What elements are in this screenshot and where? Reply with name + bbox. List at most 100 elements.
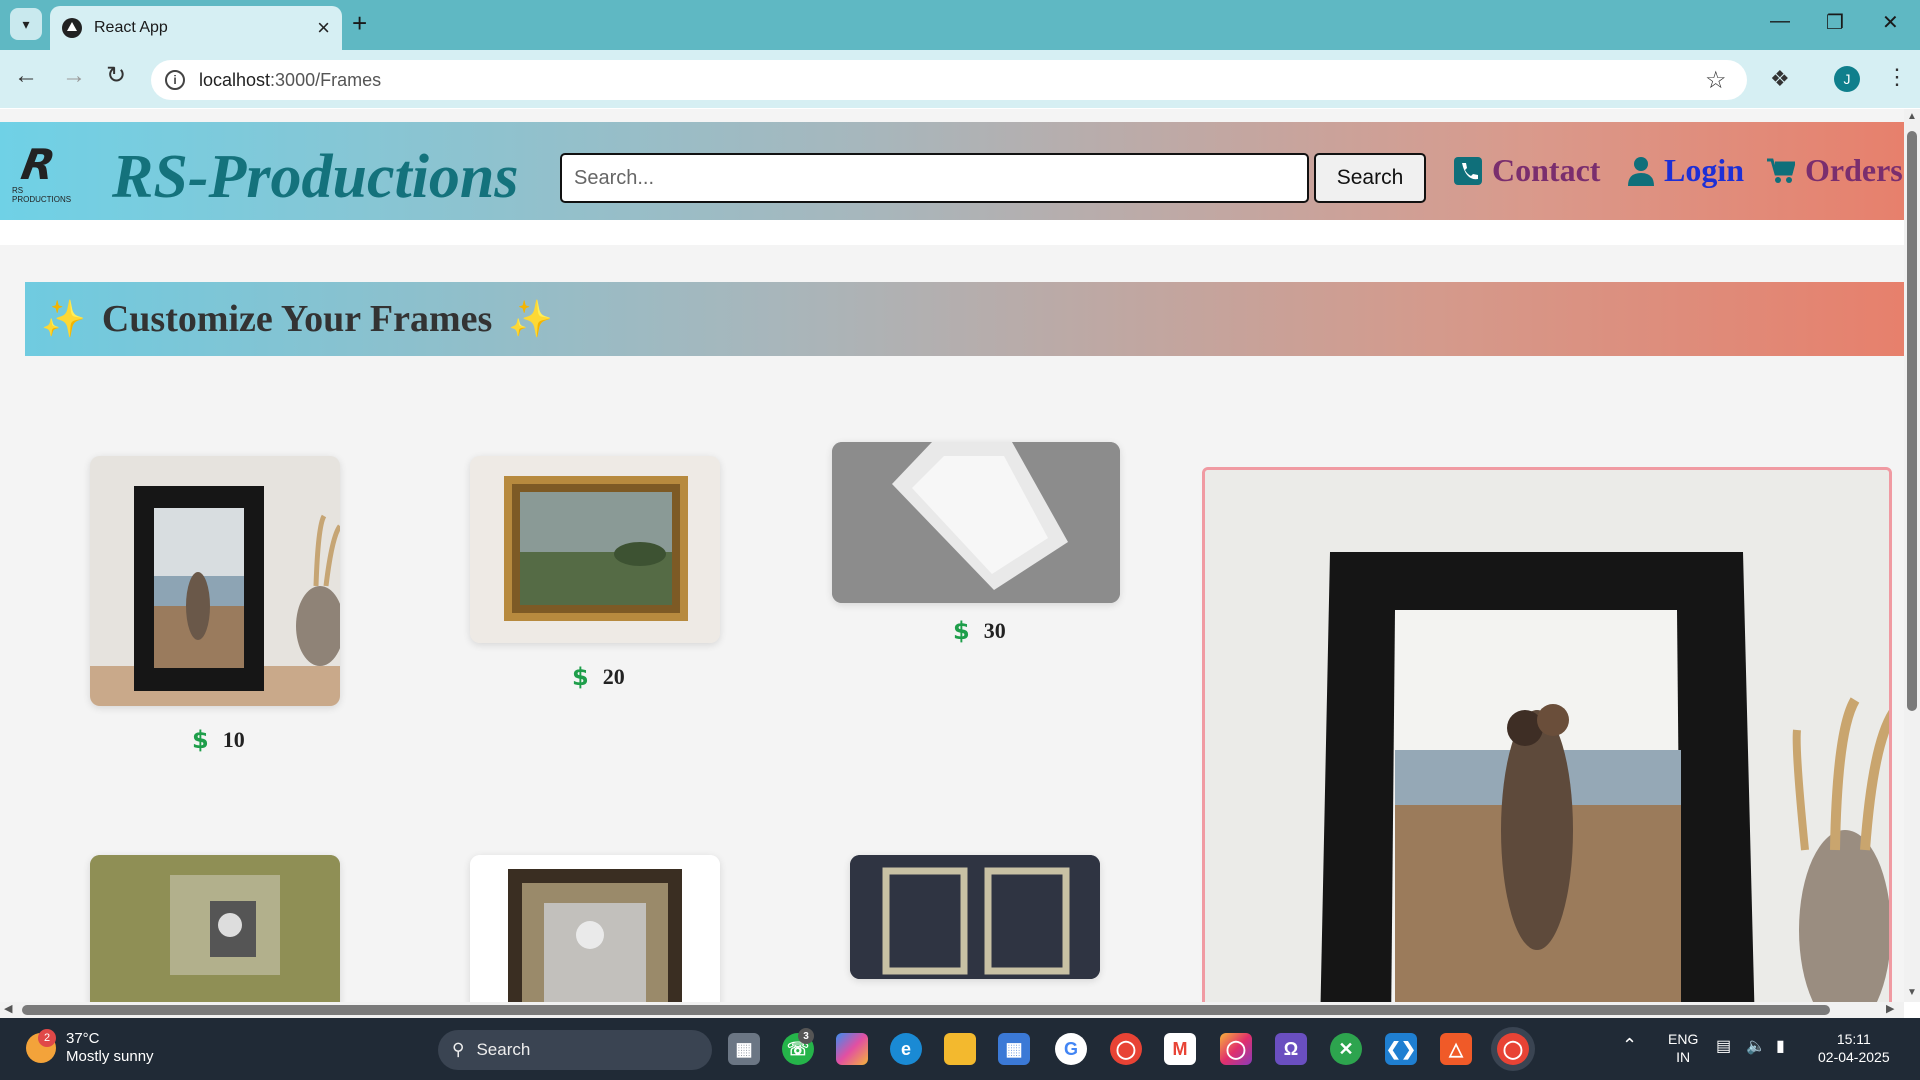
bookmark-star-icon[interactable]: ☆ <box>1705 66 1727 95</box>
notification-badge: 2 <box>38 1029 56 1047</box>
vscode-icon[interactable]: ❮❯ <box>1385 1033 1417 1065</box>
frame-thumbnail-bronze[interactable] <box>470 855 720 1002</box>
frame-price: $ 30 <box>953 617 1006 645</box>
window-close-icon[interactable]: ✕ <box>1882 10 1899 35</box>
task-view-icon[interactable]: ▦ <box>728 1033 760 1065</box>
taskbar-search-label: Search <box>476 1040 531 1059</box>
address-bar[interactable]: i localhost:3000/Frames <box>151 60 1747 100</box>
back-arrow-icon[interactable]: ← <box>14 64 38 88</box>
language-top: ENG <box>1668 1031 1699 1047</box>
nav-login-link[interactable]: Login <box>1628 152 1744 189</box>
frame-thumbnail-black[interactable] <box>90 456 340 706</box>
brave-icon[interactable]: △ <box>1440 1033 1472 1065</box>
url-host: localhost <box>199 69 271 90</box>
frame-price-value: 10 <box>222 727 245 752</box>
language-indicator[interactable]: ENG IN <box>1668 1030 1698 1066</box>
horizontal-scrollbar[interactable]: ◀ ▶ <box>0 1002 1904 1018</box>
search-button[interactable]: Search <box>1314 153 1426 203</box>
customize-banner: ✨ Customize Your Frames ✨ <box>25 282 1904 356</box>
browser-tab-strip: ▾ React App × + — ❐ ✕ <box>0 0 1920 50</box>
horizontal-scroll-thumb[interactable] <box>22 1005 1830 1015</box>
header-spacer <box>0 220 1904 245</box>
minimize-icon[interactable]: — <box>1770 10 1790 33</box>
scroll-right-arrow-icon[interactable]: ▶ <box>1886 1002 1894 1015</box>
frame-thumbnail-white[interactable] <box>832 442 1120 603</box>
edge-icon[interactable]: e <box>890 1033 922 1065</box>
sparkles-icon: ✨ <box>41 298 86 339</box>
brand-title[interactable]: RS-Productions <box>112 142 519 213</box>
windows-start-icon[interactable] <box>390 1033 424 1067</box>
frame-thumbnail-ornate-pair[interactable] <box>850 855 1100 979</box>
tab-search-chevron-icon[interactable]: ▾ <box>10 8 42 40</box>
browser-tab[interactable]: React App × <box>50 6 342 50</box>
user-icon <box>1628 156 1654 186</box>
clock[interactable]: 15:11 02-04-2025 <box>1818 1030 1890 1066</box>
browser-menu-icon[interactable]: ⋮ <box>1886 64 1908 90</box>
new-tab-plus-icon[interactable]: + <box>352 10 367 36</box>
google-icon[interactable]: G <box>1055 1033 1087 1065</box>
weather-temperature: 37°C <box>66 1030 100 1047</box>
extensions-puzzle-icon[interactable]: ❖ <box>1770 66 1790 92</box>
frame-thumbnail-acrylic[interactable] <box>90 855 340 1002</box>
clock-time: 15:11 <box>1836 1031 1871 1047</box>
gmail-icon[interactable]: M <box>1164 1033 1196 1065</box>
show-hidden-icons-chevron[interactable]: ⌃ <box>1622 1036 1637 1054</box>
microsoft-store-icon[interactable]: ▦ <box>998 1033 1030 1065</box>
react-app-favicon-icon <box>62 18 82 38</box>
copilot-icon[interactable] <box>836 1033 868 1065</box>
dollar-icon: $ <box>192 726 209 754</box>
search-icon: ⚲ <box>452 1040 465 1059</box>
instagram-icon[interactable]: ◯ <box>1220 1033 1252 1065</box>
sun-icon: 2 <box>26 1029 56 1063</box>
file-explorer-icon[interactable] <box>944 1033 976 1065</box>
logo-subtitle: RS PRODUCTIONS <box>12 186 72 204</box>
profile-avatar[interactable]: J <box>1834 66 1860 92</box>
nav-contact-label: Contact <box>1492 152 1601 188</box>
frame-price-value: 30 <box>983 618 1006 643</box>
chrome-icon[interactable]: ◯ <box>1110 1033 1142 1065</box>
vertical-scrollbar[interactable]: ▲ ▼ <box>1904 109 1920 1002</box>
frame-price-value: 20 <box>602 664 625 689</box>
language-bottom: IN <box>1676 1049 1691 1065</box>
nav-login-label: Login <box>1664 152 1745 188</box>
site-header: R RS PRODUCTIONS RS-Productions Search C… <box>0 122 1904 220</box>
scroll-up-arrow-icon[interactable]: ▲ <box>1907 111 1917 122</box>
cart-icon <box>1767 158 1795 184</box>
site-search-input[interactable] <box>560 153 1309 203</box>
nav-orders-link[interactable]: Orders <box>1767 152 1903 189</box>
rs-logo[interactable]: R RS PRODUCTIONS <box>12 140 76 204</box>
clock-date: 02-04-2025 <box>1818 1049 1890 1065</box>
dollar-icon: $ <box>953 617 970 645</box>
vertical-scroll-thumb[interactable] <box>1907 131 1917 711</box>
tab-title: React App <box>94 19 168 36</box>
battery-icon[interactable]: ▮ <box>1776 1038 1785 1056</box>
weather-widget[interactable]: 2 37°C Mostly sunny <box>26 1029 154 1066</box>
network-icon[interactable]: ▤ <box>1716 1038 1731 1056</box>
nav-contact-link[interactable]: Contact <box>1454 152 1600 189</box>
dollar-icon: $ <box>572 663 589 691</box>
xbox-icon[interactable]: ✕ <box>1330 1033 1362 1065</box>
volume-icon[interactable]: 🔈 <box>1746 1038 1766 1056</box>
forward-arrow-icon[interactable]: → <box>62 64 86 88</box>
nav-orders-label: Orders <box>1805 152 1903 188</box>
site-info-icon[interactable]: i <box>165 70 185 90</box>
app-icon[interactable]: Ω <box>1275 1033 1307 1065</box>
chrome-active-icon[interactable]: ◯ <box>1497 1033 1529 1065</box>
frame-price: $ 10 <box>192 726 245 754</box>
rs-logo-mark-icon: R <box>17 140 59 189</box>
scroll-left-arrow-icon[interactable]: ◀ <box>4 1002 12 1015</box>
reload-icon[interactable]: ↻ <box>106 64 126 88</box>
phone-icon <box>1454 156 1482 185</box>
page-viewport: R RS PRODUCTIONS RS-Productions Search C… <box>0 109 1904 1002</box>
close-tab-icon[interactable]: × <box>317 17 330 39</box>
taskbar-search[interactable]: ⚲ Search <box>438 1030 712 1070</box>
sparkles-icon: ✨ <box>508 298 554 339</box>
banner-title: Customize Your Frames <box>101 298 493 340</box>
scroll-down-arrow-icon[interactable]: ▼ <box>1907 987 1917 998</box>
restore-icon[interactable]: ❐ <box>1826 10 1844 35</box>
frame-preview[interactable] <box>1202 467 1892 1002</box>
windows-taskbar: 2 37°C Mostly sunny ⚲ Search ▦ ☏ 3 e ▦ G… <box>0 1018 1920 1080</box>
frame-price: $ 20 <box>572 663 625 691</box>
frame-thumbnail-gold[interactable] <box>470 456 720 643</box>
url-path: :3000/Frames <box>270 69 382 90</box>
